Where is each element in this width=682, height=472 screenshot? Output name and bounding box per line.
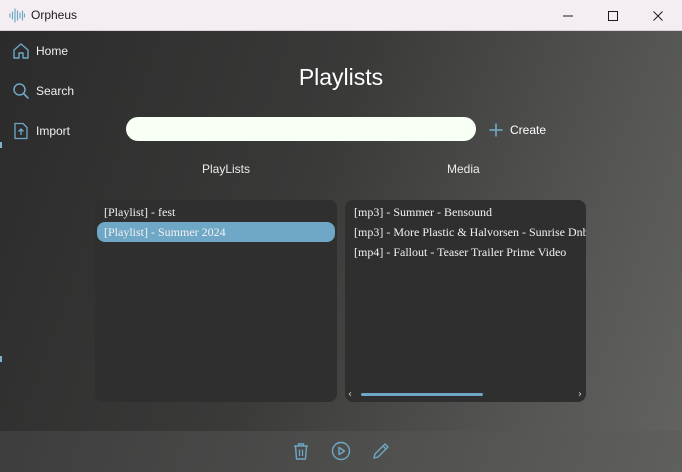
play-icon[interactable] bbox=[331, 441, 351, 461]
playlists-list[interactable]: [Playlist] - fest [Playlist] - Summer 20… bbox=[95, 200, 337, 402]
minimize-icon bbox=[563, 15, 573, 16]
import-icon bbox=[14, 122, 28, 140]
title-bar: Orpheus bbox=[0, 0, 682, 31]
playlist-name-input[interactable] bbox=[126, 117, 476, 141]
main-content: Home Search Import Playlists Create Play… bbox=[0, 31, 682, 431]
media-header: Media bbox=[447, 162, 480, 176]
media-item[interactable]: [mp3] - More Plastic & Halvorsen - Sunri… bbox=[347, 222, 586, 242]
action-bar bbox=[0, 431, 682, 472]
playlist-item[interactable]: [Playlist] - fest bbox=[97, 202, 335, 222]
media-list[interactable]: [mp3] - Summer - Bensound [mp3] - More P… bbox=[345, 200, 586, 402]
nav-label-home: Home bbox=[36, 44, 69, 58]
scroll-right-icon[interactable]: › bbox=[578, 389, 582, 400]
close-icon bbox=[653, 10, 663, 21]
nav-item-import[interactable]: Import bbox=[12, 120, 70, 142]
playlists-header: PlayLists bbox=[202, 162, 251, 176]
home-icon bbox=[13, 43, 29, 59]
pencil-icon[interactable] bbox=[371, 441, 391, 461]
playlist-item-selected[interactable]: [Playlist] - Summer 2024 bbox=[97, 222, 335, 242]
plus-icon bbox=[489, 123, 503, 137]
create-button[interactable]: Create bbox=[488, 120, 546, 140]
minimize-button[interactable] bbox=[545, 0, 591, 31]
app-logo-icon bbox=[9, 8, 25, 23]
edge-indicator bbox=[0, 356, 2, 362]
close-button[interactable] bbox=[635, 0, 681, 31]
edge-indicator bbox=[0, 142, 2, 148]
trash-icon[interactable] bbox=[291, 441, 311, 461]
scroll-thumb[interactable] bbox=[361, 393, 483, 396]
app-title: Orpheus bbox=[31, 8, 78, 22]
maximize-icon bbox=[608, 10, 618, 21]
scroll-left-icon[interactable]: ‹ bbox=[348, 389, 352, 400]
media-item[interactable]: [mp3] - Summer - Bensound bbox=[347, 202, 586, 222]
nav-label-import: Import bbox=[36, 124, 71, 138]
maximize-button[interactable] bbox=[590, 0, 636, 31]
page-title: Playlists bbox=[298, 64, 384, 90]
media-item[interactable]: [mp4] - Fallout - Teaser Trailer Prime V… bbox=[347, 242, 586, 262]
nav-item-home[interactable]: Home bbox=[12, 40, 68, 62]
media-horizontal-scrollbar[interactable]: ‹ › bbox=[345, 388, 586, 402]
create-label: Create bbox=[510, 123, 547, 137]
